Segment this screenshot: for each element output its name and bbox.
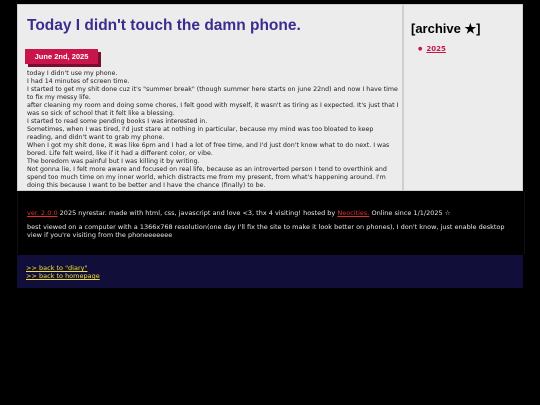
archive-sidebar: [archive ★] ● 2025 xyxy=(403,4,523,191)
nav-links: >> back to "diary" >> back to homepage xyxy=(17,255,523,288)
post-paragraph: after cleaning my room and doing some ch… xyxy=(27,102,399,117)
post-panel: Today I didn't touch the damn phone. Jun… xyxy=(17,4,403,191)
footer-resolution-note: best viewed on a computer with a 1366x76… xyxy=(27,223,505,239)
post-paragraph: Sometimes, when I was tired, I'd just st… xyxy=(27,126,374,141)
archive-list: ● 2025 xyxy=(418,45,446,53)
date-badge: June 2nd, 2025 xyxy=(25,49,98,64)
footer: ver. 2.0.0 2025 nyrestar. made with html… xyxy=(17,192,525,254)
post-paragraph: Not gonna lie, I felt more aware and foc… xyxy=(27,166,387,189)
footer-credits: ver. 2.0.0 2025 nyrestar. made with html… xyxy=(27,209,516,217)
post-paragraph: I started to get my shit done cuz it's "… xyxy=(27,86,398,101)
back-to-homepage-link[interactable]: >> back to homepage xyxy=(26,272,100,280)
archive-link-2025[interactable]: 2025 xyxy=(426,45,445,53)
post-paragraph: today I didn't use my phone. xyxy=(27,70,118,77)
page-title: Today I didn't touch the damn phone. xyxy=(27,17,301,34)
archive-title: [archive ★] xyxy=(411,21,481,36)
back-to-diary-link[interactable]: >> back to "diary" xyxy=(26,264,87,272)
post-paragraph: The boredom was painful but I was killin… xyxy=(27,158,200,165)
host-link[interactable]: Neocities. xyxy=(337,209,369,217)
archive-item: ● 2025 xyxy=(418,45,446,53)
post-paragraph: I had 14 minutes of screen time. xyxy=(27,78,130,85)
version-link[interactable]: ver. 2.0.0 xyxy=(27,209,58,217)
post-body: today I didn't use my phone. I had 14 mi… xyxy=(27,70,399,190)
footer-online-since: Online since 1/1/2025 ☆ xyxy=(371,209,451,217)
bullet-icon: ● xyxy=(418,46,423,52)
post-paragraph: I started to read some pending books I w… xyxy=(27,118,208,125)
footer-credits-text: 2025 nyrestar. made with html, css, java… xyxy=(59,209,338,217)
post-paragraph: When I got my shit done, it was like 6pm… xyxy=(27,142,390,157)
